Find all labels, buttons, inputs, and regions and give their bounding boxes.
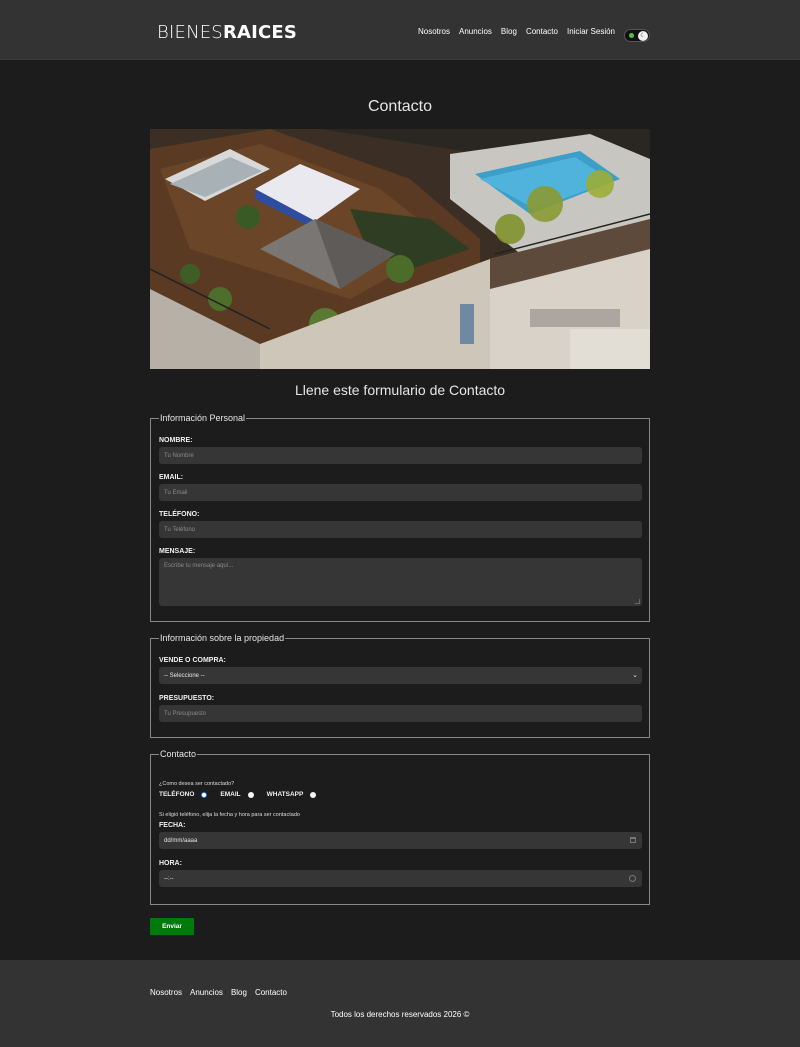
rooftop-illustration — [150, 129, 650, 369]
buy-sell-label: VENDE O COMPRA: — [159, 657, 226, 664]
radio-label-email: EMAIL — [220, 791, 241, 798]
personal-info-legend: Información Personal — [159, 413, 247, 423]
buy-sell-selected-value: -- Seleccione -- — [164, 672, 205, 679]
resize-handle-icon[interactable] — [635, 599, 640, 604]
contact-fieldset: Contacto ¿Como desea ser contactado? TEL… — [150, 749, 650, 905]
nav-link-blog[interactable]: Blog — [501, 27, 517, 36]
contact-method-radios: TELÉFONO EMAIL WHATSAPP — [159, 791, 329, 798]
nav-link-iniciar-sesion[interactable]: Iniciar Sesión — [567, 27, 615, 36]
date-input[interactable]: dd/mm/aaaa — [159, 832, 642, 849]
phone-label: TELÉFONO: — [159, 511, 200, 518]
nav-link-anuncios[interactable]: Anuncios — [459, 27, 492, 36]
site-logo[interactable]: BIENESRAICES — [157, 22, 297, 43]
property-info-legend: Información sobre la propiedad — [159, 633, 286, 643]
phone-contact-note: Si eligió teléfono, elija la fecha y hor… — [159, 812, 300, 818]
radio-label-whatsapp: WHATSAPP — [266, 791, 304, 798]
budget-input[interactable]: Tu Presupuesto — [159, 705, 642, 722]
main-nav: Nosotros Anuncios Blog Contacto Iniciar … — [418, 27, 615, 36]
time-input[interactable]: --:-- — [159, 870, 642, 887]
nav-link-nosotros[interactable]: Nosotros — [418, 27, 450, 36]
clock-icon[interactable] — [629, 875, 636, 882]
email-label: EMAIL: — [159, 474, 184, 481]
site-footer: Nosotros Anuncios Blog Contacto Todos lo… — [0, 960, 800, 1047]
logo-light-text: BIENES — [157, 22, 223, 43]
hero-image — [150, 129, 650, 369]
name-input[interactable]: Tu Nombre — [159, 447, 642, 464]
name-label: NOMBRE: — [159, 437, 193, 444]
page-title: Contacto — [367, 98, 433, 115]
chevron-down-icon: ⌄ — [632, 672, 638, 679]
nav-link-contacto[interactable]: Contacto — [526, 27, 558, 36]
property-info-fieldset: Información sobre la propiedad VENDE O C… — [150, 633, 650, 738]
email-input[interactable]: Tu Email — [159, 484, 642, 501]
phone-input[interactable]: Tu Teléfono — [159, 521, 642, 538]
logo-bold-text: RAICES — [222, 22, 298, 43]
message-textarea[interactable]: Escribe tu mensaje aquí... — [159, 558, 642, 606]
date-label: FECHA: — [159, 822, 186, 829]
dark-mode-toggle[interactable]: ☾ — [624, 29, 650, 42]
footer-link-blog[interactable]: Blog — [231, 988, 247, 997]
time-value: --:-- — [164, 875, 174, 882]
toggle-indicator-icon — [629, 33, 634, 38]
footer-link-contacto[interactable]: Contacto — [255, 988, 287, 997]
time-label: HORA: — [159, 860, 182, 867]
calendar-icon[interactable] — [630, 837, 636, 843]
site-header: BIENESRAICES Nosotros Anuncios Blog Cont… — [0, 0, 800, 60]
message-label: MENSAJE: — [159, 548, 196, 555]
footer-link-nosotros[interactable]: Nosotros — [150, 988, 182, 997]
buy-sell-select[interactable]: -- Seleccione -- ⌄ — [159, 667, 642, 684]
date-value: dd/mm/aaaa — [164, 837, 198, 844]
contact-method-question: ¿Como desea ser contactado? — [159, 781, 235, 787]
footer-link-anuncios[interactable]: Anuncios — [190, 988, 223, 997]
contact-legend: Contacto — [159, 749, 198, 759]
radio-whatsapp[interactable] — [310, 791, 317, 798]
budget-label: PRESUPUESTO: — [159, 695, 215, 702]
footer-nav: Nosotros Anuncios Blog Contacto — [150, 988, 287, 997]
radio-label-telefono: TELÉFONO — [159, 791, 195, 798]
personal-info-fieldset: Información Personal NOMBRE: Tu Nombre E… — [150, 413, 650, 622]
moon-sun-toggle-icon: ☾ — [638, 31, 648, 41]
copyright-text: Todos los derechos reservados 2026 © — [330, 1010, 470, 1019]
radio-email[interactable] — [247, 791, 254, 798]
form-subtitle: Llene este formulario de Contacto — [294, 382, 506, 398]
radio-telefono[interactable] — [201, 791, 208, 798]
message-placeholder: Escribe tu mensaje aquí... — [164, 563, 234, 569]
submit-button[interactable]: Enviar — [150, 918, 194, 935]
